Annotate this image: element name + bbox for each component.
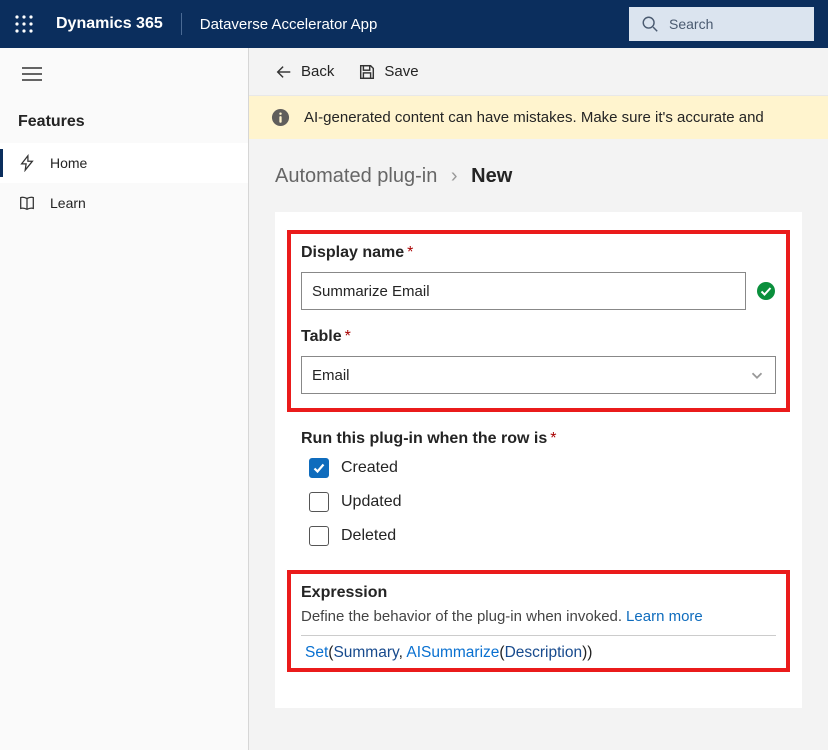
sidebar-heading: Features [0, 99, 248, 143]
chevron-right-icon: › [451, 165, 458, 187]
trigger-updated-checkbox[interactable]: Updated [301, 492, 776, 512]
trigger-created-checkbox[interactable]: Created [301, 458, 776, 478]
learn-more-link[interactable]: Learn more [626, 608, 703, 625]
sidebar-item-learn[interactable]: Learn [0, 183, 248, 223]
info-icon [271, 108, 290, 127]
breadcrumb: Automated plug-in › New [275, 165, 802, 188]
save-button[interactable]: Save [358, 63, 418, 81]
lightning-icon [18, 154, 36, 172]
sidebar-item-home[interactable]: Home [0, 143, 248, 183]
sidebar-item-label: Home [50, 155, 87, 171]
top-nav: Dynamics 365 Dataverse Accelerator App S… [0, 0, 828, 48]
back-button[interactable]: Back [275, 63, 334, 81]
save-icon [358, 63, 376, 81]
breadcrumb-current: New [471, 165, 512, 187]
display-name-input[interactable] [301, 272, 746, 310]
name-table-highlight: Display name* Table* [287, 230, 790, 412]
checkbox-icon [309, 492, 329, 512]
search-box[interactable]: Search [629, 7, 814, 41]
sidebar: Features Home Learn [0, 48, 249, 750]
expression-editor[interactable]: Set(Summary, AISummarize(Description)) [301, 635, 776, 662]
trigger-deleted-checkbox[interactable]: Deleted [301, 526, 776, 546]
display-name-label: Display name* [301, 244, 776, 262]
checkbox-icon [309, 526, 329, 546]
collapse-sidebar-button[interactable] [0, 48, 248, 99]
nav-divider [181, 13, 182, 35]
expression-heading: Expression [301, 584, 776, 602]
trigger-section: Run this plug-in when the row is* Create… [287, 430, 790, 546]
brand-label[interactable]: Dynamics 365 [56, 15, 163, 33]
back-arrow-icon [275, 63, 293, 81]
valid-check-icon [756, 281, 776, 301]
ai-warning-banner: AI-generated content can have mistakes. … [249, 96, 828, 139]
book-icon [18, 194, 36, 212]
search-icon [641, 15, 659, 33]
expression-highlight: Expression Define the behavior of the pl… [287, 570, 790, 672]
warning-text: AI-generated content can have mistakes. … [304, 109, 764, 126]
checkbox-icon [309, 458, 329, 478]
sidebar-item-label: Learn [50, 195, 86, 211]
table-select[interactable] [301, 356, 776, 394]
app-launcher-icon[interactable] [14, 14, 34, 34]
form-card: Display name* Table* [275, 212, 802, 708]
app-name-label: Dataverse Accelerator App [200, 16, 378, 33]
breadcrumb-parent[interactable]: Automated plug-in [275, 165, 437, 187]
search-placeholder: Search [669, 16, 713, 32]
expression-subtext: Define the behavior of the plug-in when … [301, 608, 776, 625]
command-bar: Back Save [249, 48, 828, 96]
trigger-label: Run this plug-in when the row is* [301, 430, 776, 448]
table-label: Table* [301, 328, 776, 346]
